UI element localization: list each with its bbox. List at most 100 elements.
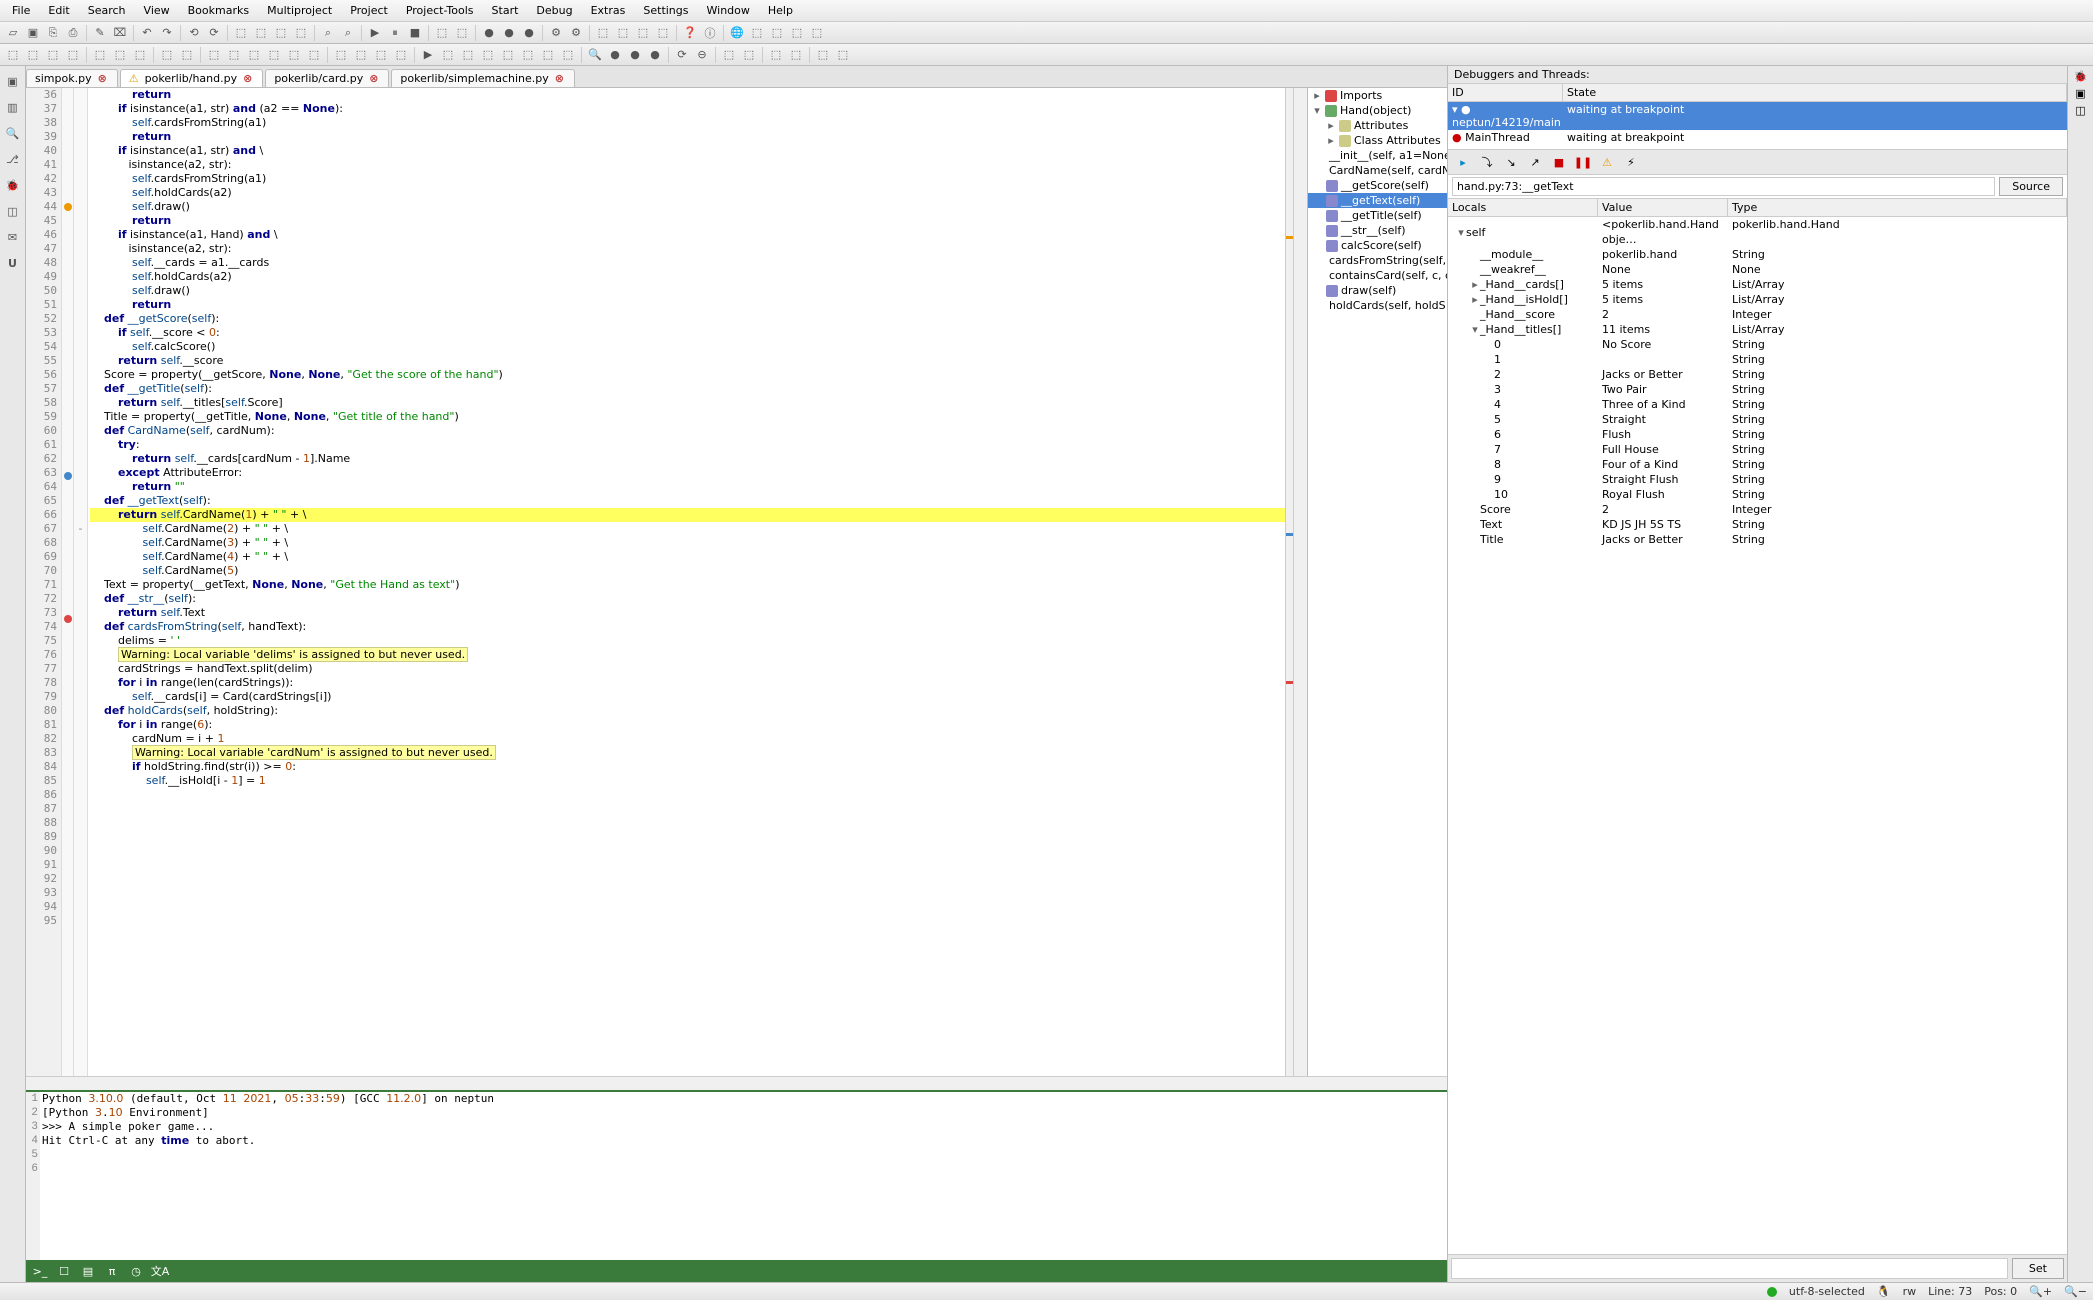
toolbar-button[interactable]: ⬚ — [352, 46, 370, 64]
toolbar-button[interactable]: ● — [500, 24, 518, 42]
toolbar-button[interactable]: ⬚ — [787, 46, 805, 64]
toolbar-button[interactable]: ⬚ — [305, 46, 323, 64]
shell-tasks-icon[interactable]: ☐ — [54, 1262, 74, 1280]
fold-gutter[interactable]: - — [74, 88, 88, 1076]
toolbar-button[interactable]: ⬚ — [265, 46, 283, 64]
expander-icon[interactable]: ▾ — [1456, 225, 1466, 240]
vars-col-name[interactable]: Locals — [1448, 199, 1598, 216]
outline-item[interactable]: __init__(self, a1=None, — [1308, 148, 1447, 163]
step-over-icon[interactable]: ⤵ — [1476, 152, 1498, 172]
menu-view[interactable]: View — [136, 2, 178, 19]
toolbar-button[interactable]: ■ — [406, 24, 424, 42]
toolbar-button[interactable]: ⬚ — [433, 24, 451, 42]
toolbar-button[interactable]: ⌧ — [111, 24, 129, 42]
variable-row[interactable]: TextKD JS JH 5S TSString — [1448, 517, 2067, 532]
outline-item[interactable]: holdCards(self, holdS — [1308, 298, 1447, 313]
toolbar-button[interactable]: ● — [520, 24, 538, 42]
variable-row[interactable]: ▸_Hand__cards[]5 itemsList/Array — [1448, 277, 2067, 292]
toolbar-button[interactable]: ⬚ — [252, 24, 270, 42]
toolbar-button[interactable]: ⬚ — [594, 24, 612, 42]
debug-viewer-icon[interactable]: 🐞 — [2074, 70, 2088, 83]
variable-row[interactable]: 8Four of a KindString — [1448, 457, 2067, 472]
step-into-icon[interactable]: ↘ — [1500, 152, 1522, 172]
thread-row[interactable]: ▾ ● neptun/14219/mainwaiting at breakpoi… — [1448, 102, 2067, 130]
help-viewer-icon[interactable]: ▣ — [2075, 87, 2085, 100]
toolbar-button[interactable]: ⬚ — [767, 46, 785, 64]
shell-pane[interactable]: 1 2 3 4 5 6 Python 3.10.0 (default, Oct … — [26, 1090, 1447, 1260]
variable-row[interactable]: 10Royal FlushString — [1448, 487, 2067, 502]
toolbar-button[interactable]: ⬚ — [232, 24, 250, 42]
toolbar-button[interactable]: ⚙ — [567, 24, 585, 42]
expander-icon[interactable]: ▸ — [1470, 277, 1480, 292]
toolbar-button[interactable]: ● — [480, 24, 498, 42]
vars-col-value[interactable]: Value — [1598, 199, 1728, 216]
shell-pi-icon[interactable]: π — [102, 1262, 122, 1280]
menu-bookmarks[interactable]: Bookmarks — [180, 2, 257, 19]
shell-prompt-icon[interactable]: >_ — [30, 1262, 50, 1280]
toolbar-button[interactable]: ⬚ — [634, 24, 652, 42]
editor-tab[interactable]: pokerlib/card.py⊗ — [265, 69, 389, 87]
eval-input[interactable] — [1451, 1258, 2008, 1279]
breakpoint-gutter[interactable] — [62, 88, 74, 1076]
menu-project-tools[interactable]: Project-Tools — [398, 2, 482, 19]
pause-icon[interactable]: ❚❚ — [1572, 152, 1594, 172]
toolbar-button[interactable]: ⬚ — [4, 46, 22, 64]
toolbar-button[interactable]: ⟳ — [205, 24, 223, 42]
menu-multiproject[interactable]: Multiproject — [259, 2, 340, 19]
menu-edit[interactable]: Edit — [40, 2, 77, 19]
status-encoding[interactable]: utf-8-selected — [1789, 1285, 1865, 1298]
editor-tab[interactable]: simpok.py⊗ — [26, 69, 118, 87]
toolbar-button[interactable]: ⬚ — [111, 46, 129, 64]
toolbar-button[interactable]: ⎘ — [44, 24, 62, 42]
toolbar-button[interactable]: ⬚ — [272, 24, 290, 42]
toolbar-button[interactable]: ⬚ — [834, 46, 852, 64]
variable-row[interactable]: ▾_Hand__titles[]11 itemsList/Array — [1448, 322, 2067, 337]
menu-help[interactable]: Help — [760, 2, 801, 19]
outline-item[interactable]: containsCard(self, c, c — [1308, 268, 1447, 283]
variable-row[interactable]: 6FlushString — [1448, 427, 2067, 442]
code-area[interactable]: return if isinstance(a1, str) and (a2 ==… — [88, 88, 1285, 1076]
toolbar-button[interactable]: ⬚ — [205, 46, 223, 64]
thread-row[interactable]: ● MainThreadwaiting at breakpoint — [1448, 130, 2067, 145]
close-icon[interactable]: ⊗ — [555, 72, 564, 85]
toolbar-button[interactable]: ▱ — [4, 24, 22, 42]
toolbar-button[interactable]: ⚙ — [547, 24, 565, 42]
toolbar-button[interactable]: ▶ — [366, 24, 384, 42]
menu-window[interactable]: Window — [699, 2, 758, 19]
vars-col-type[interactable]: Type — [1728, 199, 2067, 216]
variable-row[interactable]: ▸_Hand__isHold[]5 itemsList/Array — [1448, 292, 2067, 307]
cooperation-icon[interactable]: ◫ — [2, 200, 24, 222]
variable-row[interactable]: 0No ScoreString — [1448, 337, 2067, 352]
toolbar-button[interactable]: ⬚ — [131, 46, 149, 64]
toolbar-button[interactable]: ⬚ — [44, 46, 62, 64]
close-icon[interactable]: ⊗ — [98, 72, 107, 85]
variable-row[interactable]: 7Full HouseString — [1448, 442, 2067, 457]
filter-icon[interactable]: ⚡ — [1620, 152, 1642, 172]
step-out-icon[interactable]: ↗ — [1524, 152, 1546, 172]
toolbar-button[interactable]: ⬚ — [245, 46, 263, 64]
outline-item[interactable]: __getTitle(self) — [1308, 208, 1447, 223]
toolbar-button[interactable]: ⬚ — [285, 46, 303, 64]
toolbar-button[interactable]: ↶ — [138, 24, 156, 42]
search-icon[interactable]: 🔍 — [2, 122, 24, 144]
toolbar-button[interactable]: ⬚ — [720, 46, 738, 64]
continue-icon[interactable]: ▸ — [1452, 152, 1474, 172]
variable-row[interactable]: 3Two PairString — [1448, 382, 2067, 397]
toolbar-button[interactable]: ⌕ — [339, 24, 357, 42]
variable-row[interactable]: Score2Integer — [1448, 502, 2067, 517]
vertical-scrollbar[interactable] — [1293, 88, 1307, 1076]
toolbar-button[interactable]: 🌐 — [728, 24, 746, 42]
outline-item[interactable]: __getText(self) — [1308, 193, 1447, 208]
close-icon[interactable]: ⊗ — [243, 72, 252, 85]
toolbar-button[interactable]: ⬚ — [64, 46, 82, 64]
toolbar-button[interactable]: ❓ — [681, 24, 699, 42]
project-viewer-icon[interactable]: ▣ — [2, 70, 24, 92]
variable-row[interactable]: ▾self<pokerlib.hand.Hand obje…pokerlib.h… — [1448, 217, 2067, 247]
variable-row[interactable]: 5StraightString — [1448, 412, 2067, 427]
toolbar-button[interactable]: ⬚ — [519, 46, 537, 64]
shell-log-icon[interactable]: ▤ — [78, 1262, 98, 1280]
expander-icon[interactable]: ▸ — [1312, 89, 1322, 102]
toolbar-button[interactable]: ● — [606, 46, 624, 64]
close-icon[interactable]: ⊗ — [369, 72, 378, 85]
toolbar-button[interactable]: ▶ — [419, 46, 437, 64]
